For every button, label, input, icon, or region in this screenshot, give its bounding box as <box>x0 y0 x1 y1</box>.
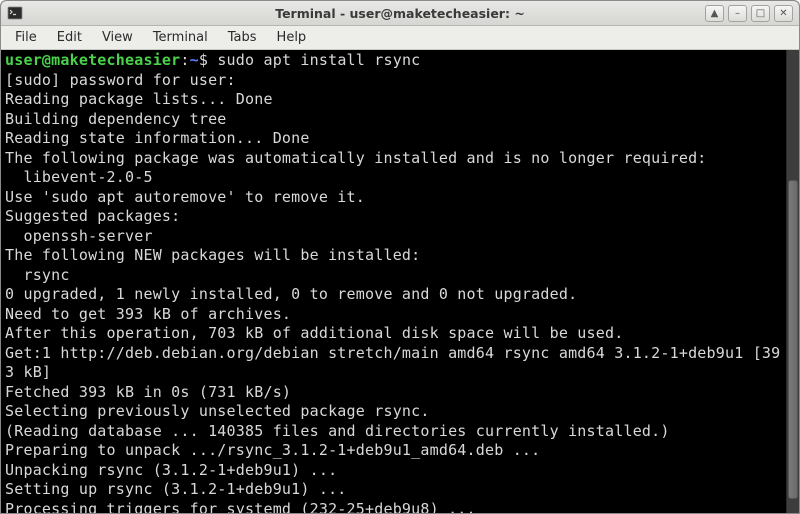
window-controls: ▲ – □ ✕ <box>705 5 793 22</box>
prompt-line: user@maketecheasier:~$ sudo apt install … <box>5 51 782 71</box>
terminal-area: user@maketecheasier:~$ sudo apt install … <box>1 50 799 513</box>
scrollbar-thumb[interactable] <box>788 180 798 499</box>
terminal-icon <box>7 5 23 21</box>
terminal-output[interactable]: user@maketecheasier:~$ sudo apt install … <box>1 50 786 513</box>
scrollbar[interactable] <box>786 50 799 513</box>
output-line: Need to get 393 kB of archives. <box>5 305 782 325</box>
output-line: Setting up rsync (3.1.2-1+deb9u1) ... <box>5 480 782 500</box>
output-line: The following NEW packages will be insta… <box>5 246 782 266</box>
menu-tabs[interactable]: Tabs <box>218 27 267 48</box>
prompt-sep: : <box>180 51 189 69</box>
shade-button[interactable]: ▲ <box>705 5 724 22</box>
prompt-command: sudo apt install rsync <box>217 51 420 69</box>
menu-terminal[interactable]: Terminal <box>143 27 218 48</box>
output-line: After this operation, 703 kB of addition… <box>5 324 782 344</box>
prompt-symbol: $ <box>199 51 217 69</box>
window-title: Terminal - user@maketecheasier: ~ <box>1 6 799 21</box>
output-line: 0 upgraded, 1 newly installed, 0 to remo… <box>5 285 782 305</box>
output-line: openssh-server <box>5 227 782 247</box>
minimize-button[interactable]: – <box>728 5 747 22</box>
output-line: Preparing to unpack .../rsync_3.1.2-1+de… <box>5 441 782 461</box>
menu-file[interactable]: File <box>5 27 47 48</box>
output-line: Use 'sudo apt autoremove' to remove it. <box>5 188 782 208</box>
menubar: File Edit View Terminal Tabs Help <box>1 26 799 50</box>
menu-edit[interactable]: Edit <box>47 27 92 48</box>
output-line: Get:1 http://deb.debian.org/debian stret… <box>5 344 782 383</box>
prompt-path: ~ <box>190 51 199 69</box>
menu-help[interactable]: Help <box>267 27 317 48</box>
output-line: Fetched 393 kB in 0s (731 kB/s) <box>5 383 782 403</box>
output-line: Building dependency tree <box>5 110 782 130</box>
output-line: Unpacking rsync (3.1.2-1+deb9u1) ... <box>5 461 782 481</box>
maximize-button[interactable]: □ <box>751 5 770 22</box>
titlebar[interactable]: Terminal - user@maketecheasier: ~ ▲ – □ … <box>1 1 799 26</box>
close-button[interactable]: ✕ <box>774 5 793 22</box>
output-line: libevent-2.0-5 <box>5 168 782 188</box>
output-line: Processing triggers for systemd (232-25+… <box>5 500 782 514</box>
terminal-window: Terminal - user@maketecheasier: ~ ▲ – □ … <box>0 0 800 514</box>
output-line: [sudo] password for user: <box>5 71 782 91</box>
menu-view[interactable]: View <box>92 27 143 48</box>
output-line: rsync <box>5 266 782 286</box>
prompt-user-host: user@maketecheasier <box>5 51 180 69</box>
output-line: Suggested packages: <box>5 207 782 227</box>
output-line: The following package was automatically … <box>5 149 782 169</box>
output-line: Reading package lists... Done <box>5 90 782 110</box>
output-line: (Reading database ... 140385 files and d… <box>5 422 782 442</box>
output-line: Selecting previously unselected package … <box>5 402 782 422</box>
output-line: Reading state information... Done <box>5 129 782 149</box>
